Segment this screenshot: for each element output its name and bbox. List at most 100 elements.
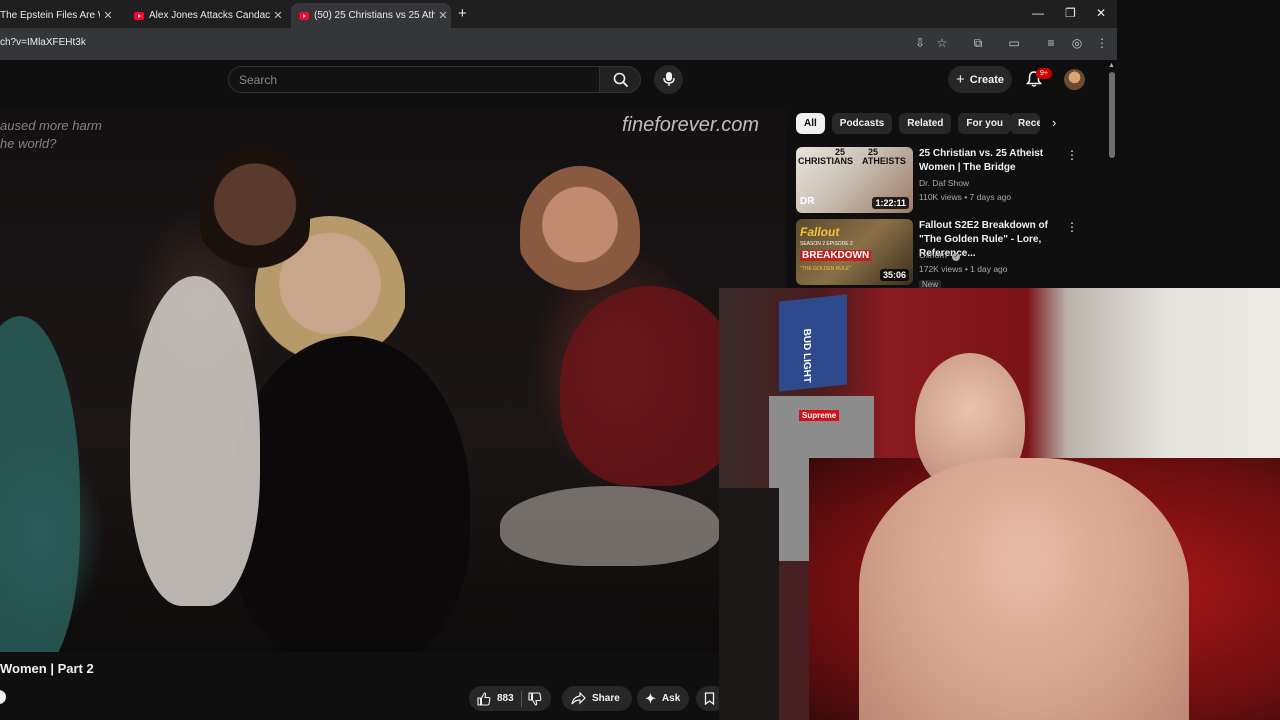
screen: { "browser": { "tabs": [ {"label": "The … xyxy=(0,0,1280,720)
channel-name-label: Oxhorn xyxy=(919,250,947,260)
search-box[interactable] xyxy=(228,66,600,93)
audience-member xyxy=(0,316,80,652)
install-app-icon[interactable]: ⇩ xyxy=(913,36,927,50)
account-avatar[interactable] xyxy=(1064,69,1085,90)
video-title: Women | Part 2 xyxy=(0,661,94,676)
voice-search-button[interactable] xyxy=(654,65,683,94)
thumbs-up-icon xyxy=(477,691,491,706)
scroll-up-icon[interactable]: ▲ xyxy=(1108,62,1115,69)
tab-label: The Epstein Files Are Way xyxy=(0,10,100,21)
tab-alex-jones[interactable]: Alex Jones Attacks Candace Ow ✕ xyxy=(126,3,286,28)
create-button[interactable]: + Create xyxy=(948,66,1012,93)
notification-count-badge: 9+ xyxy=(1036,68,1052,79)
thumb-text: Fallout xyxy=(800,225,840,239)
tab-label: Alex Jones Attacks Candace Ow xyxy=(149,10,270,21)
thumb-text: BREAKDOWN xyxy=(800,250,872,261)
ask-label: Ask xyxy=(661,693,681,704)
chip-podcasts[interactable]: Podcasts xyxy=(831,113,893,134)
thumb-logo: DR xyxy=(800,196,815,207)
video-player[interactable] xyxy=(0,106,786,652)
bookmark-star-icon[interactable]: ☆ xyxy=(935,36,949,50)
thumb-text: SEASON 2 EPISODE 2 xyxy=(800,241,853,247)
duration-badge: 35:06 xyxy=(879,269,909,281)
tab-close-icon[interactable]: ✕ xyxy=(270,9,286,22)
plus-icon: + xyxy=(955,71,965,88)
audience-member xyxy=(130,276,260,606)
chip-recent: Recen xyxy=(1010,113,1040,134)
sparkle-icon: ✦ xyxy=(645,690,656,706)
share-icon xyxy=(571,692,586,705)
view-meta: 110K views • 7 days ago xyxy=(919,192,1012,202)
webcam-overlay: BUD LIGHT Supreme xyxy=(719,288,1280,720)
audience-member xyxy=(520,166,640,296)
share-button[interactable]: Share xyxy=(562,686,632,711)
search-button[interactable] xyxy=(599,66,641,93)
tab-label: (50) 25 Christians vs 25 Atheist xyxy=(314,10,435,21)
recommendation-title[interactable]: 25 Christian vs. 25 Atheist Women | The … xyxy=(919,147,1059,175)
video-thumbnail[interactable]: CHRISTIANS 25 25 ATHEISTS DR 1:22:11 xyxy=(796,147,913,213)
extensions-icon[interactable]: ⧉ xyxy=(971,36,985,50)
youtube-favicon-icon xyxy=(134,11,144,20)
video-thumbnail[interactable]: Fallout SEASON 2 EPISODE 2 BREAKDOWN "TH… xyxy=(796,219,913,285)
box-text: BUD LIGHT xyxy=(801,328,812,384)
chip-all[interactable]: All xyxy=(796,113,825,134)
share-label: Share xyxy=(592,693,620,704)
chip-for-you[interactable]: For you xyxy=(958,113,1012,134)
divider xyxy=(520,690,522,707)
sticker: Supreme xyxy=(799,410,840,421)
tab-close-icon[interactable]: ✕ xyxy=(100,9,116,22)
channel-name[interactable]: Oxhorn ✓ xyxy=(919,250,961,261)
filter-chips: All Podcasts Related For you xyxy=(796,113,1012,134)
tab-epstein[interactable]: The Epstein Files Are Way ✕ xyxy=(0,3,116,28)
video-watermark: fineforever.com xyxy=(622,114,760,136)
overlay-line: he world? xyxy=(0,136,57,151)
microphone-icon xyxy=(663,72,675,86)
tab-close-icon[interactable]: ✕ xyxy=(435,9,451,22)
like-dislike-group: 883 xyxy=(469,686,551,711)
channel-avatar[interactable] xyxy=(0,690,6,704)
thumb-text: CHRISTIANS xyxy=(798,156,854,166)
overlay-line: aused more harm xyxy=(0,118,102,133)
close-window-icon[interactable]: ✕ xyxy=(1096,6,1106,20)
duration-badge: 1:22:11 xyxy=(872,197,909,209)
audience-member xyxy=(560,286,740,486)
profile-icon[interactable]: ◎ xyxy=(1070,36,1084,50)
scrollbar-thumb[interactable] xyxy=(1109,72,1115,158)
thumb-text: ATHEISTS xyxy=(862,156,906,166)
bookmark-icon xyxy=(704,692,715,705)
dislike-button[interactable] xyxy=(528,691,542,706)
thumb-text: "THE GOLDEN RULE" xyxy=(800,266,851,272)
like-button[interactable]: 883 xyxy=(469,691,514,706)
thumb-text: 25 xyxy=(835,147,846,157)
browser-toolbar xyxy=(0,28,1117,60)
new-tab-icon[interactable]: + xyxy=(458,5,467,22)
split-view-icon[interactable]: ▭ xyxy=(1007,36,1021,50)
verified-check-icon: ✓ xyxy=(952,253,961,261)
dark-shelf xyxy=(719,488,779,720)
view-meta: 172K views • 1 day ago xyxy=(919,264,1008,274)
minimize-icon[interactable]: — xyxy=(1032,6,1044,20)
chevron-right-icon[interactable]: › xyxy=(1052,115,1056,130)
recommendation-item[interactable]: CHRISTIANS 25 25 ATHEISTS DR 1:22:11 25 … xyxy=(796,147,1116,213)
chip-related[interactable]: Related xyxy=(899,113,952,134)
youtube-favicon-icon xyxy=(299,11,309,20)
recommendation-item[interactable]: Fallout SEASON 2 EPISODE 2 BREAKDOWN "TH… xyxy=(796,219,1116,289)
ask-button[interactable]: ✦ Ask xyxy=(637,686,689,711)
search-icon xyxy=(613,72,629,88)
restore-icon[interactable]: ❐ xyxy=(1065,6,1076,20)
more-actions-icon[interactable]: ⋮ xyxy=(1066,220,1078,234)
chip-recent-clipped[interactable]: Recen xyxy=(1010,113,1040,134)
video-overlay-question: aused more harm he world? xyxy=(0,117,102,153)
like-count: 883 xyxy=(497,693,514,704)
speaker-body xyxy=(230,336,470,652)
more-actions-icon[interactable]: ⋮ xyxy=(1066,148,1078,162)
channel-name[interactable]: Dr. Daf Show xyxy=(919,178,969,188)
audience-member xyxy=(500,486,720,566)
search-input[interactable] xyxy=(239,73,579,87)
address-bar[interactable]: ch?v=IMlaXFEHt3k xyxy=(0,37,86,48)
tab-christians-vs-atheists[interactable]: (50) 25 Christians vs 25 Atheist ✕ xyxy=(291,3,451,28)
browser-menu-icon[interactable]: ⋮ xyxy=(1095,36,1109,50)
audience-member xyxy=(200,146,310,276)
media-controls-icon[interactable]: ≡ xyxy=(1044,36,1058,50)
person-torso xyxy=(859,458,1189,720)
